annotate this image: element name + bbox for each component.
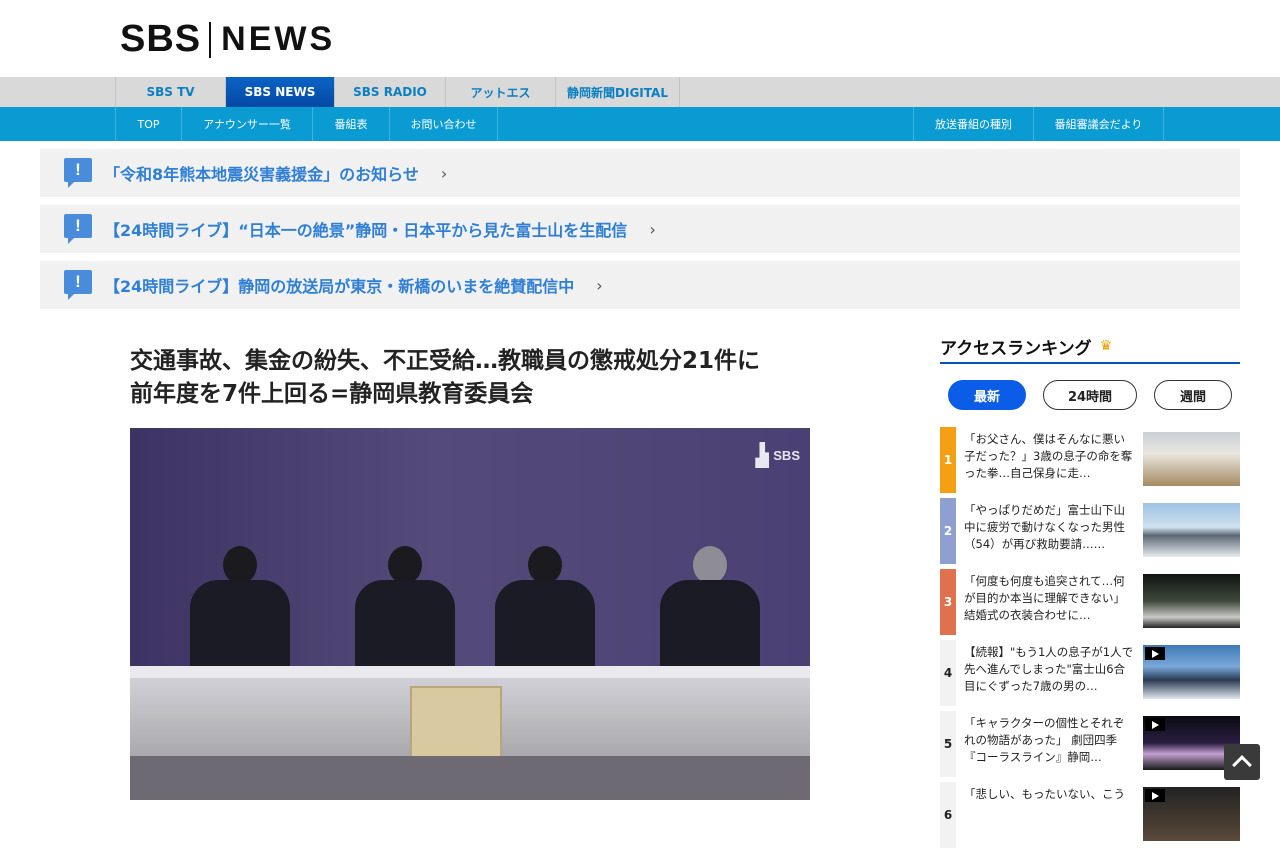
rank-headline: 「悲しい、もったいない、こう — [964, 787, 1125, 801]
rank-thumbnail — [1143, 432, 1240, 486]
rank-headline: 「お父さん、僕はそんなに悪い子だった？」3歳の息子の命を奪った拳…自己保身に走… — [964, 432, 1133, 480]
ranking-item[interactable]: 5 「キャラクターの個性とそれぞれの物語があった」 劇団四季『コーラスライン』静岡… — [940, 711, 1240, 777]
alert-icon: ! — [64, 270, 92, 300]
subnav-schedule[interactable]: 番組表 — [312, 107, 389, 141]
tab-latest[interactable]: 最新 — [948, 380, 1026, 410]
rank-thumbnail — [1143, 645, 1240, 699]
ranking-item[interactable]: 4 【続報】"もう1人の息子が1人で先へ進んでしまった"富士山6合目にぐずった7歳… — [940, 640, 1240, 706]
rank-number: 3 — [940, 569, 956, 635]
rank-number: 5 — [940, 711, 956, 777]
logo-divider — [209, 21, 212, 58]
logo-sbs-text: SBS — [120, 18, 202, 60]
subnav-announcers[interactable]: アナウンサー一覧 — [181, 107, 312, 141]
topnav-sbs-tv[interactable]: SBS TV — [115, 77, 225, 107]
watermark-text: SBS — [773, 447, 800, 463]
rank-headline: 「やっぱりだめだ」富士山下山中に疲労で動けなくなった男性（54）が再び救助要請…… — [964, 503, 1125, 551]
article-title-line-2: 前年度を7件上回る=静岡県教育委員会 — [130, 381, 534, 407]
article-photo: SBS — [130, 428, 810, 800]
article-title-line-1: 交通事故、集金の紛失、不正受給…教職員の懲戒処分21件に — [130, 348, 761, 374]
ranking-tabs: 最新 24時間 週間 — [948, 380, 1240, 410]
subnav-top[interactable]: TOP — [115, 107, 181, 141]
rank-number: 1 — [940, 427, 956, 493]
ranking-item[interactable]: 6 「悲しい、もったいない、こう — [940, 782, 1240, 848]
sub-navigation: TOP アナウンサー一覧 番組表 お問い合わせ 放送番組の種別 番組審議会だより — [0, 107, 1280, 141]
tab-weekly[interactable]: 週間 — [1154, 380, 1232, 410]
alert-icon: ! — [64, 158, 92, 188]
crown-icon: ♛ — [1099, 338, 1113, 354]
site-header: SBS NEWS — [0, 0, 1280, 77]
rank-number: 6 — [940, 782, 956, 848]
notice-list: ! 「令和8年熊本地震災害義援金」のお知らせ › ! 【24時間ライブ】“日本一… — [40, 149, 1240, 317]
ranking-item[interactable]: 2 「やっぱりだめだ」富士山下山中に疲労で動けなくなった男性（54）が再び救助要請… — [940, 498, 1240, 564]
article-title: 交通事故、集金の紛失、不正受給…教職員の懲戒処分21件に 前年度を7件上回る=静… — [130, 345, 810, 411]
video-play-icon — [1145, 647, 1165, 660]
notice-item[interactable]: ! 「令和8年熊本地震災害義援金」のお知らせ › — [40, 149, 1240, 197]
ranking-item[interactable]: 3 「何度も何度も追突されて…何が目的か本当に理解できない」結婚式の衣装合わせに… — [940, 569, 1240, 635]
rank-headline: 「何度も何度も追突されて…何が目的か本当に理解できない」結婚式の衣装合わせに… — [964, 574, 1125, 622]
article-header: 交通事故、集金の紛失、不正受給…教職員の懲戒処分21件に 前年度を7件上回る=静… — [130, 345, 810, 411]
sbs-news-logo[interactable]: SBS NEWS — [120, 18, 335, 61]
chevron-up-icon — [1232, 755, 1252, 775]
subnav-program-types[interactable]: 放送番組の種別 — [913, 107, 1033, 141]
topnav-sbs-news[interactable]: SBS NEWS — [225, 77, 334, 107]
rank-number: 2 — [940, 498, 956, 564]
ranking-sidebar: アクセスランキング ♛ 最新 24時間 週間 1 「お父さん、僕はそんなに悪い子だ… — [940, 334, 1240, 848]
top-navigation: SBS TV SBS NEWS SBS RADIO アットエス 静岡新聞DIGI… — [0, 77, 1280, 107]
alert-icon: ! — [64, 214, 92, 244]
topnav-shizuoka-digital[interactable]: 静岡新聞DIGITAL — [555, 77, 680, 107]
subnav-council-news[interactable]: 番組審議会だより — [1033, 107, 1164, 141]
logo-news-text: NEWS — [221, 20, 336, 58]
topnav-sbs-radio[interactable]: SBS RADIO — [334, 77, 445, 107]
rank-thumbnail — [1143, 503, 1240, 557]
sbs-watermark: SBS — [755, 442, 800, 468]
notice-item[interactable]: ! 【24時間ライブ】静岡の放送局が東京・新橋のいまを絶賛配信中 › — [40, 261, 1240, 309]
topnav-at-s[interactable]: アットエス — [445, 77, 555, 107]
notice-text: 【24時間ライブ】静岡の放送局が東京・新橋のいまを絶賛配信中 — [104, 277, 575, 296]
video-play-icon — [1145, 718, 1165, 731]
rank-thumbnail — [1143, 574, 1240, 628]
notice-text: 【24時間ライブ】“日本一の絶景”静岡・日本平から見た富士山を生配信 — [104, 221, 628, 240]
video-play-icon — [1145, 789, 1165, 802]
ranking-item[interactable]: 1 「お父さん、僕はそんなに悪い子だった？」3歳の息子の命を奪った拳…自己保身に走… — [940, 427, 1240, 493]
rank-headline: 【続報】"もう1人の息子が1人で先へ進んでしまった"富士山6合目にぐずった7歳の… — [964, 645, 1134, 693]
subnav-contact[interactable]: お問い合わせ — [389, 107, 498, 141]
ranking-list: 1 「お父さん、僕はそんなに悪い子だった？」3歳の息子の命を奪った拳…自己保身に走… — [940, 427, 1240, 853]
notice-item[interactable]: ! 【24時間ライブ】“日本一の絶景”静岡・日本平から見た富士山を生配信 › — [40, 205, 1240, 253]
ranking-title: アクセスランキング — [940, 338, 1092, 359]
ranking-heading: アクセスランキング ♛ — [940, 334, 1240, 364]
scroll-to-top-button[interactable] — [1224, 744, 1260, 780]
tab-24h[interactable]: 24時間 — [1043, 380, 1137, 410]
chevron-right-icon: › — [649, 219, 656, 239]
rank-headline: 「キャラクターの個性とそれぞれの物語があった」 劇団四季『コーラスライン』静岡… — [964, 716, 1125, 764]
notice-text: 「令和8年熊本地震災害義援金」のお知らせ — [104, 165, 419, 184]
chevron-right-icon: › — [440, 163, 448, 183]
rank-number: 4 — [940, 640, 956, 706]
sbs-logo-icon — [755, 442, 770, 468]
rank-thumbnail — [1143, 787, 1240, 841]
chevron-right-icon: › — [596, 275, 603, 295]
